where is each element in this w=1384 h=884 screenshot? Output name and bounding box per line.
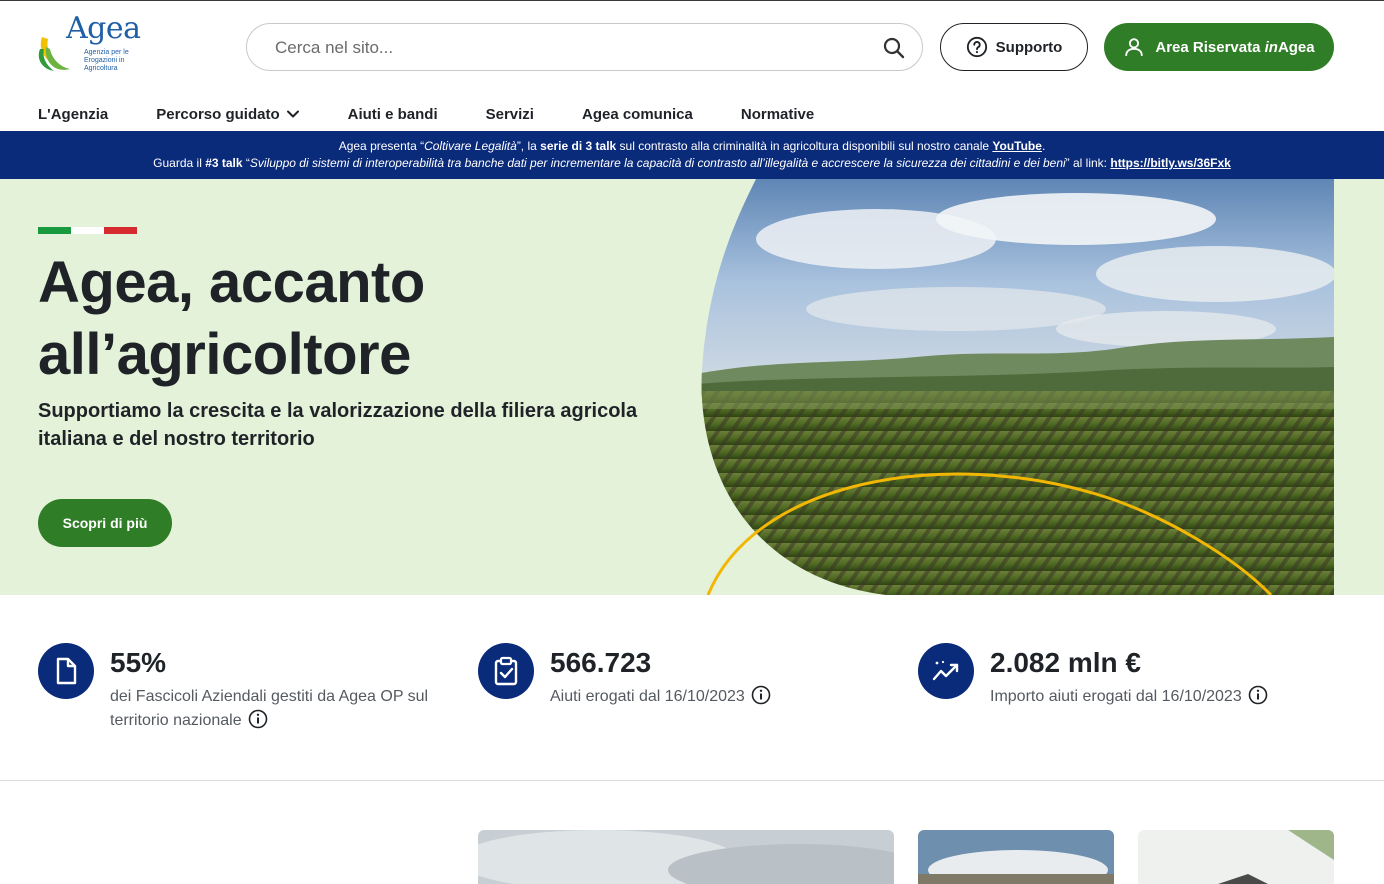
nav-item-servizi[interactable]: Servizi (486, 106, 534, 123)
talk-link[interactable]: https://bitly.ws/36Fxk (1110, 156, 1230, 170)
clipboard-check-icon (478, 643, 534, 699)
reserved-area-button[interactable]: Area Riservata inAgea (1104, 23, 1334, 71)
italian-flag-stripe (38, 227, 137, 234)
banner-line-1: Agea presenta “Coltivare Legalità”, la s… (338, 139, 1046, 153)
stat-label: Importo aiuti erogati dal 16/10/2023 (990, 685, 1330, 709)
site-header: Agea Agenzia per le Erogazioni in Agrico… (0, 1, 1384, 123)
search-input[interactable]: Cerca nel sito... (275, 38, 393, 58)
logo-subtitle: Agenzia per le Erogazioni in Agricoltura (84, 49, 129, 72)
info-icon[interactable] (248, 709, 268, 729)
stat-value: 55% (110, 647, 167, 678)
support-label: Supporto (995, 38, 1063, 56)
nav-item-aiuti-bandi[interactable]: Aiuti e bandi (348, 106, 438, 123)
support-button[interactable]: Supporto (940, 23, 1088, 71)
news-card-image[interactable] (478, 830, 894, 884)
info-icon[interactable] (751, 685, 771, 705)
trend-chart-icon (918, 643, 974, 699)
nav-item-percorso-guidato[interactable]: Percorso guidato (156, 106, 299, 123)
stat-label: dei Fascicoli Aziendali gestiti da Agea … (110, 688, 429, 729)
announcement-banner: Agea presenta “Coltivare Legalità”, la s… (0, 131, 1384, 179)
agea-logo[interactable]: Agea Agenzia per le Erogazioni in Agrico… (36, 11, 146, 83)
stats-section: 55% dei Fascicoli Aziendali gestiti da A… (0, 595, 1384, 781)
field-landscape-image (701, 179, 1334, 595)
main-nav: L'Agenzia Percorso guidato Aiuti e bandi… (38, 103, 862, 125)
youtube-link[interactable]: YouTube (992, 139, 1042, 153)
search-icon[interactable] (882, 36, 906, 60)
nav-item-agenzia[interactable]: L'Agenzia (38, 106, 108, 123)
reserved-area-label: Area Riservata inAgea (1155, 38, 1315, 56)
info-icon[interactable] (1248, 685, 1268, 705)
discover-more-button[interactable]: Scopri di più (38, 499, 172, 547)
news-card-image[interactable] (1138, 830, 1334, 884)
document-icon (38, 643, 94, 699)
nav-item-agea-comunica[interactable]: Agea comunica (582, 106, 693, 123)
news-card-image[interactable] (918, 830, 1114, 884)
help-circle-icon (966, 36, 987, 58)
hero-subtitle: Supportiamo la crescita e la valorizzazi… (38, 400, 638, 450)
stat-value: 2.082 mln € (990, 647, 1141, 678)
hero-section: Agea, accanto all’agricoltore Supportiam… (0, 179, 1384, 595)
hero-title: Agea, accanto all’agricoltore (38, 250, 425, 387)
nav-item-normative[interactable]: Normative (741, 106, 814, 123)
user-icon (1125, 38, 1144, 57)
logo-wordmark: Agea (66, 11, 141, 46)
search-bar[interactable]: Cerca nel sito... (246, 23, 923, 71)
banner-line-2: Guarda il #3 talk “Sviluppo di sistemi d… (153, 156, 1231, 170)
stat-value: 566.723 (550, 647, 652, 678)
stat-label: Aiuti erogati dal 16/10/2023 (550, 685, 890, 709)
chevron-down-icon (286, 110, 299, 118)
